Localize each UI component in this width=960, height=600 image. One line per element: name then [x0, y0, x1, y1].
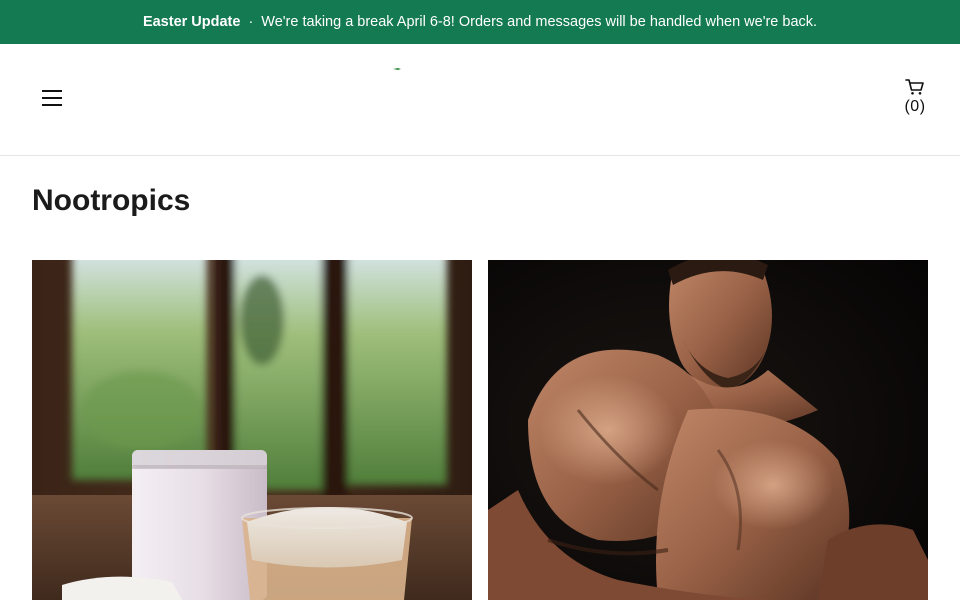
hamburger-menu-icon: [36, 84, 68, 112]
site-header: (0): [0, 44, 960, 156]
product-image: [488, 260, 928, 600]
cart-count: (0): [904, 98, 926, 115]
menu-button[interactable]: [36, 84, 68, 112]
announcement-separator: ·: [248, 14, 254, 30]
shopping-cart-icon: [902, 78, 928, 96]
announcement-bar: Easter Update · We're taking a break Apr…: [0, 0, 960, 44]
cart-button[interactable]: (0): [902, 78, 928, 116]
product-card[interactable]: [488, 260, 928, 600]
product-image: [32, 260, 472, 600]
announcement-title: Easter Update: [142, 14, 241, 30]
announcement-message: We're taking a break April 6-8! Orders a…: [261, 14, 818, 30]
logo[interactable]: [393, 58, 401, 70]
product-card[interactable]: [32, 260, 472, 600]
page-title: Nootropics: [32, 184, 191, 217]
